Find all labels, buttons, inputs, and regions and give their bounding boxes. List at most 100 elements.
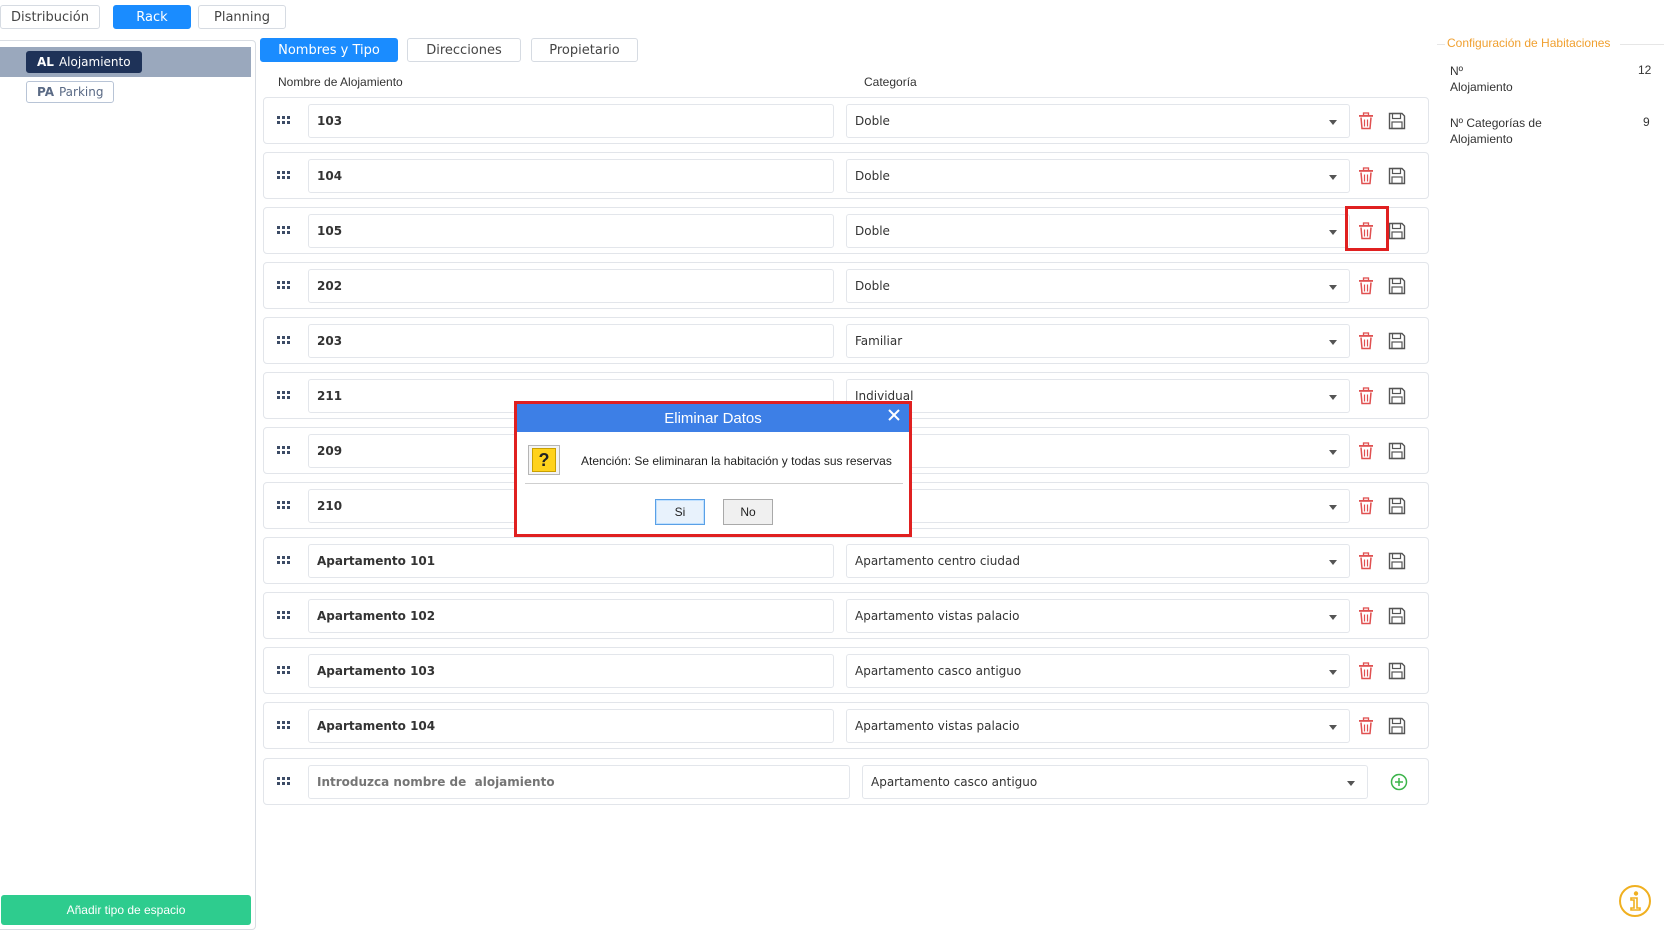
drag-handle-icon[interactable] [277,777,291,787]
drag-handle-icon[interactable] [277,501,291,511]
drag-handle-icon[interactable] [277,556,291,566]
drag-handle-icon[interactable] [277,226,291,236]
save-icon[interactable] [1388,717,1406,735]
drag-handle-icon[interactable] [277,721,291,731]
drag-handle-icon[interactable] [277,446,291,456]
category-select[interactable]: Apartamento casco antiguo [846,654,1350,688]
save-icon[interactable] [1388,552,1406,570]
accommodation-name-input[interactable] [308,324,834,358]
save-icon[interactable] [1388,112,1406,130]
category-select[interactable]: Individual [846,379,1350,413]
chevron-down-icon [1329,725,1337,730]
category-select[interactable]: Doble [846,269,1350,303]
tab-distribucion[interactable]: Distribución [0,5,100,29]
accommodation-name-input[interactable] [308,654,834,688]
trash-icon[interactable] [1358,222,1374,240]
config-title: Configuración de Habitaciones [1445,36,1613,50]
space-chip-alojamiento[interactable]: AL Alojamiento [26,51,142,73]
column-header-name: Nombre de Alojamiento [278,75,403,89]
add-circle-icon[interactable] [1390,773,1408,791]
chevron-down-icon [1329,230,1337,235]
config-categories-value: 9 [1643,115,1650,129]
trash-icon[interactable] [1358,552,1374,570]
tab-direcciones[interactable]: Direcciones [407,38,521,62]
dialog-divider [525,483,903,484]
confirm-yes-button[interactable]: Si [655,499,705,525]
config-rooms-label: Nº Alojamiento [1450,64,1513,94]
drag-handle-icon[interactable] [277,281,291,291]
drag-handle-icon[interactable] [277,336,291,346]
tab-planning[interactable]: Planning [198,5,286,29]
drag-handle-icon[interactable] [277,391,291,401]
save-icon[interactable] [1388,387,1406,405]
tab-nombres-tipo[interactable]: Nombres y Tipo [260,38,398,62]
category-select[interactable]: Familiar [846,324,1350,358]
category-select[interactable]: Doble [846,159,1350,193]
info-icon[interactable] [1618,884,1652,918]
trash-icon[interactable] [1358,662,1374,680]
category-select[interactable]: Doble [846,214,1350,248]
accommodation-name-input[interactable] [308,104,834,138]
accommodation-row: Apartamento centro ciudad [263,537,1429,584]
space-type-panel: AL Alojamiento PA Parking Añadir tipo de… [0,40,256,930]
accommodation-name-input[interactable] [308,214,834,248]
save-icon[interactable] [1388,607,1406,625]
category-value: Apartamento vistas palacio [855,719,1020,733]
chevron-down-icon [1329,340,1337,345]
chevron-down-icon [1329,670,1337,675]
tab-propietario[interactable]: Propietario [531,38,638,62]
chevron-down-icon [1329,615,1337,620]
confirm-no-button[interactable]: No [723,499,773,525]
question-icon: ? [528,445,560,475]
save-icon[interactable] [1388,332,1406,350]
tab-rack[interactable]: Rack [113,5,191,29]
category-value: Apartamento vistas palacio [855,609,1020,623]
save-icon[interactable] [1388,222,1406,240]
chevron-down-icon [1347,781,1355,786]
new-category-select[interactable]: Apartamento casco antiguo [862,765,1368,799]
save-icon[interactable] [1388,277,1406,295]
category-value: Apartamento casco antiguo [871,775,1038,789]
category-select[interactable]: Apartamento vistas palacio [846,709,1350,743]
trash-icon[interactable] [1358,167,1374,185]
drag-handle-icon[interactable] [277,666,291,676]
category-value: Doble [855,279,890,293]
accommodation-name-input[interactable] [308,599,834,633]
save-icon[interactable] [1388,442,1406,460]
chip-code: AL [37,55,54,69]
accommodation-name-input[interactable] [308,544,834,578]
trash-icon[interactable] [1358,442,1374,460]
category-select[interactable] [846,489,1350,523]
category-select[interactable]: Doble [846,104,1350,138]
space-chip-parking[interactable]: PA Parking [26,81,115,103]
close-icon[interactable] [887,408,901,422]
add-space-type-button[interactable]: Añadir tipo de espacio [1,895,251,925]
accommodation-name-input[interactable] [308,159,834,193]
trash-icon[interactable] [1358,387,1374,405]
accommodation-row: Apartamento vistas palacio [263,702,1429,749]
new-accommodation-name-input[interactable] [308,765,850,799]
trash-icon[interactable] [1358,497,1374,515]
chevron-down-icon [1329,560,1337,565]
chip-code: PA [37,85,54,99]
accommodation-row: Doble [263,262,1429,309]
accommodation-row: Apartamento vistas palacio [263,592,1429,639]
trash-icon[interactable] [1358,332,1374,350]
drag-handle-icon[interactable] [277,171,291,181]
drag-handle-icon[interactable] [277,611,291,621]
accommodation-name-input[interactable] [308,709,834,743]
chevron-down-icon [1329,505,1337,510]
trash-icon[interactable] [1358,277,1374,295]
save-icon[interactable] [1388,662,1406,680]
accommodation-name-input[interactable] [308,269,834,303]
category-select[interactable] [846,434,1350,468]
trash-icon[interactable] [1358,717,1374,735]
trash-icon[interactable] [1358,607,1374,625]
category-select[interactable]: Apartamento vistas palacio [846,599,1350,633]
save-icon[interactable] [1388,497,1406,515]
drag-handle-icon[interactable] [277,116,291,126]
category-select[interactable]: Apartamento centro ciudad [846,544,1350,578]
category-value: Apartamento centro ciudad [855,554,1020,568]
trash-icon[interactable] [1358,112,1374,130]
save-icon[interactable] [1388,167,1406,185]
